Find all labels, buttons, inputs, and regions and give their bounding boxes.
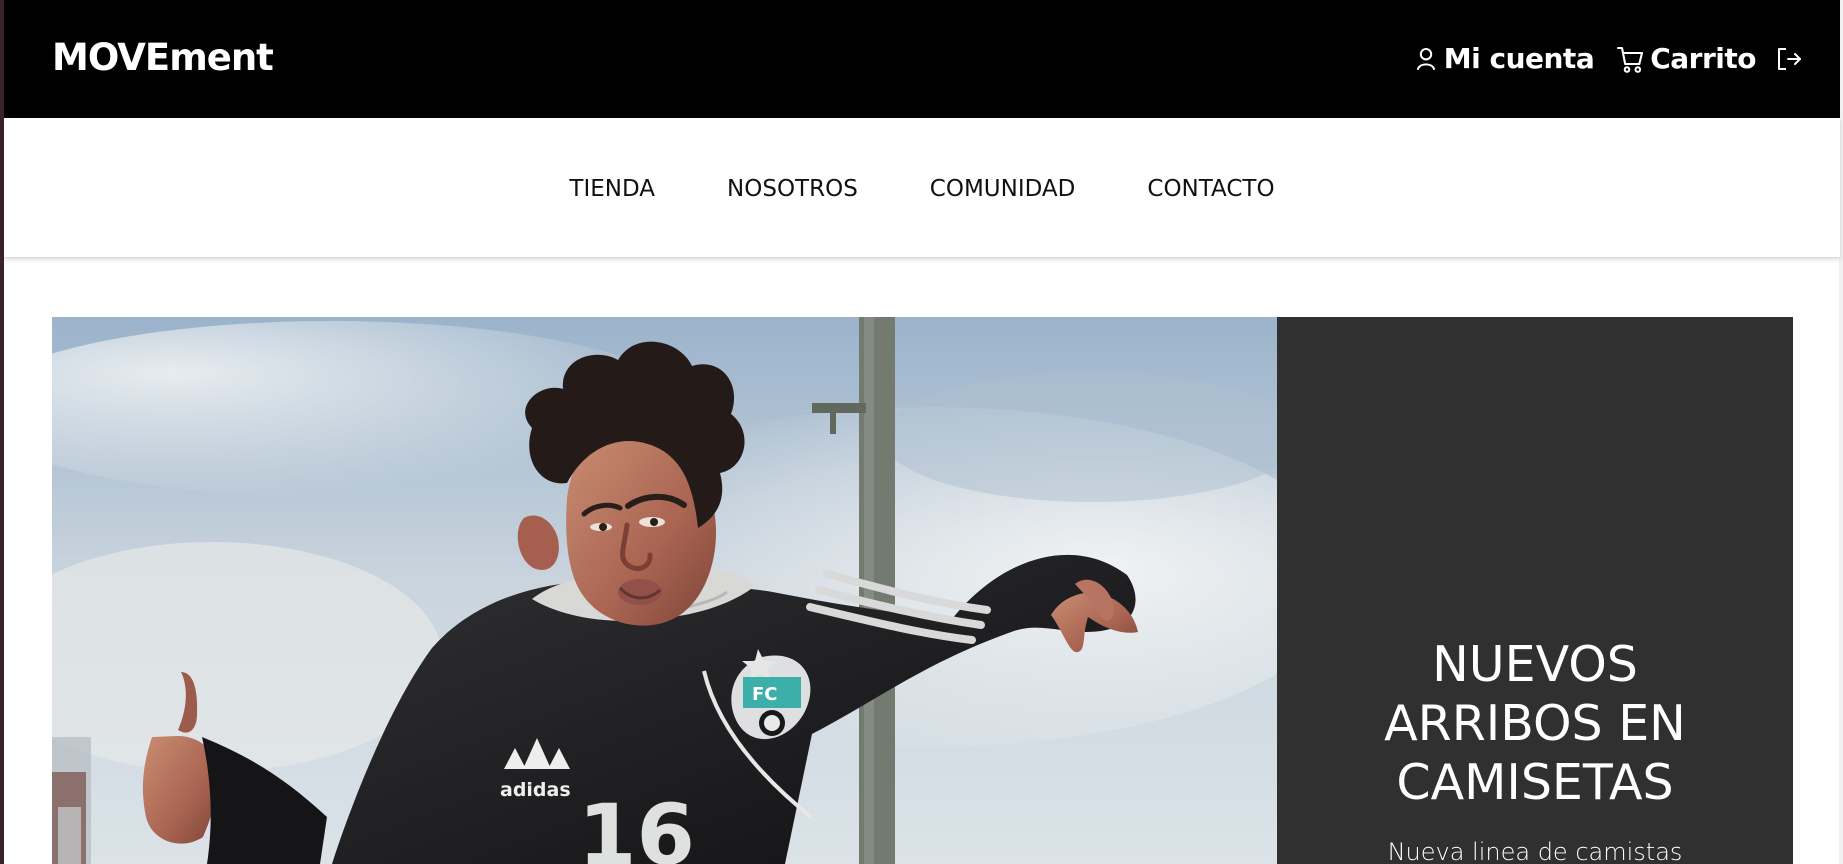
promo-title-line-1: NUEVOS xyxy=(1432,636,1638,693)
svg-text:adidas: adidas xyxy=(500,779,571,801)
svg-text:16: 16 xyxy=(578,786,695,864)
promo-subtitle: Nueva linea de camistas xyxy=(1387,838,1683,864)
soccer-player-photo: FC adidas 16 xyxy=(52,317,1277,864)
hero-product-image: FC adidas 16 xyxy=(52,317,1277,864)
nav-link-comunidad[interactable]: COMUNIDAD xyxy=(930,175,1076,203)
nav-link-tienda[interactable]: TIENDA xyxy=(569,175,655,203)
account-actions: Mi cuenta Carrito xyxy=(1414,40,1804,78)
promo-title: NUEVOS ARRIBOS EN CAMISETAS xyxy=(1277,635,1793,812)
user-icon xyxy=(1414,46,1438,72)
top-header: MOVEment Mi cuenta Carrito xyxy=(4,0,1840,118)
my-account-label: Mi cuenta xyxy=(1443,42,1595,75)
cart-label: Carrito xyxy=(1650,42,1756,75)
promo-title-line-3: CAMISETAS xyxy=(1396,754,1674,811)
svg-text:FC: FC xyxy=(752,684,778,705)
promo-title-line-2: ARRIBOS EN xyxy=(1384,695,1686,752)
main-navigation-links: TIENDA NOSOTROS COMUNIDAD CONTACTO xyxy=(4,175,1840,203)
logout-icon xyxy=(1775,45,1803,73)
cart-link[interactable]: Carrito xyxy=(1616,42,1756,76)
my-account-link[interactable]: Mi cuenta xyxy=(1414,42,1595,76)
brand-logo[interactable]: MOVEment xyxy=(52,35,274,81)
nav-link-contacto[interactable]: CONTACTO xyxy=(1147,175,1274,203)
logout-button[interactable] xyxy=(1774,44,1804,74)
new-arrivals-promo-panel[interactable]: NUEVOS ARRIBOS EN CAMISETAS Nueva linea … xyxy=(1277,317,1793,864)
nav-link-nosotros[interactable]: NOSOTROS xyxy=(727,175,858,203)
homepage: MOVEment Mi cuenta Carrito TIENDA NOSOTR… xyxy=(0,0,1843,864)
main-navigation-bar: TIENDA NOSOTROS COMUNIDAD CONTACTO xyxy=(4,118,1840,258)
shopping-cart-icon xyxy=(1616,44,1644,74)
